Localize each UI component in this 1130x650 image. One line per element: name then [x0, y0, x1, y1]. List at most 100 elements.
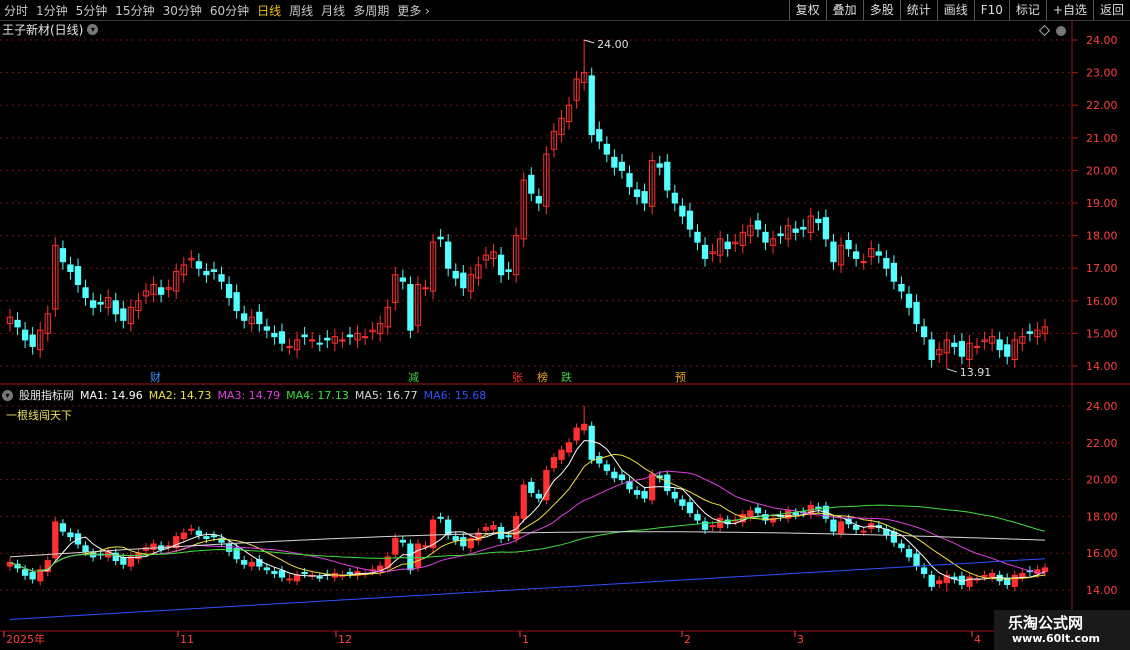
- candle-body: [792, 228, 799, 233]
- ma2-value: MA2: 14.73: [148, 388, 212, 402]
- candle-body: [278, 570, 286, 578]
- time-label: 12: [338, 633, 352, 646]
- candle-body: [301, 334, 308, 338]
- candle-body: [505, 269, 512, 272]
- candle-body: [898, 284, 905, 292]
- ma-line: [9, 504, 1046, 572]
- candle-body: [278, 331, 286, 344]
- indicator-price-tick: 22.00: [1086, 437, 1118, 450]
- candle-body: [505, 535, 512, 538]
- candle-body: [309, 339, 316, 342]
- watermark: 乐淘公式网 www.60lt.com: [994, 610, 1130, 650]
- candle-body: [29, 572, 36, 580]
- candle-body: [392, 537, 399, 555]
- candle-body: [437, 516, 444, 519]
- candle-body: [822, 217, 830, 240]
- candle-body: [800, 226, 807, 230]
- indicator-price-tick: 20.00: [1086, 474, 1118, 487]
- candle-body: [414, 543, 422, 568]
- candle-body: [399, 277, 406, 282]
- chevron-down-icon[interactable]: ▾: [87, 24, 99, 35]
- candle-body: [558, 449, 565, 460]
- indicator-price-tick: 16.00: [1086, 547, 1118, 560]
- stock-title: 王子新材(日线): [2, 23, 84, 37]
- indicator-name[interactable]: 股朋指标网: [19, 387, 74, 403]
- candle-body: [497, 254, 505, 276]
- time-label: 3: [797, 633, 804, 646]
- candle-body: [981, 574, 988, 577]
- price-tick: 16.00: [1086, 295, 1118, 308]
- chart-axes: [0, 20, 1130, 637]
- candle-body: [324, 337, 331, 341]
- candle-body: [626, 173, 633, 188]
- candle-body: [286, 578, 293, 581]
- candle-body: [641, 191, 648, 204]
- candle-body: [127, 556, 135, 567]
- candle-body: [565, 442, 573, 453]
- candle-body: [460, 272, 467, 289]
- candle-body: [59, 523, 67, 532]
- candle-body: [482, 526, 490, 531]
- ma-line: [9, 558, 1046, 620]
- candle-body: [792, 512, 799, 516]
- candle-body: [452, 536, 459, 541]
- candle-body: [286, 345, 293, 348]
- candle-body: [898, 543, 905, 549]
- candle-body: [188, 528, 195, 531]
- indicator-price-tick: 24.00: [1086, 400, 1118, 413]
- candle-body: [671, 491, 678, 499]
- indicator-price-tick: 14.00: [1086, 584, 1118, 597]
- candle-body: [679, 499, 686, 506]
- candle-body: [195, 261, 203, 269]
- candle-body: [150, 543, 157, 551]
- candle-body: [82, 545, 89, 552]
- candle-body: [686, 210, 694, 230]
- price-tick: 17.00: [1086, 262, 1118, 275]
- candle-body: [263, 326, 271, 331]
- candle-body: [890, 262, 898, 282]
- candle-body: [157, 287, 165, 295]
- chevron-down-icon[interactable]: ▾: [2, 389, 13, 401]
- event-marker: 跌: [561, 370, 572, 384]
- candle-body: [973, 345, 981, 348]
- candle-body: [709, 525, 716, 528]
- ma3-value: MA3: 14.79: [217, 388, 281, 402]
- price-tick: 21.00: [1086, 132, 1118, 145]
- candle-body: [762, 231, 769, 243]
- candle-body: [97, 301, 104, 305]
- candle-body: [528, 174, 535, 194]
- candle-body: [913, 553, 920, 567]
- price-tick: 20.00: [1086, 164, 1118, 177]
- candle-body: [664, 161, 671, 191]
- ma6-value: MA6: 15.68: [423, 388, 487, 402]
- candle-body: [271, 571, 278, 574]
- candle-body: [225, 284, 233, 299]
- ma1-value: MA1: 14.96: [80, 388, 143, 402]
- candle-body: [996, 574, 1003, 582]
- candle-body: [203, 270, 210, 276]
- event-marker: 财: [150, 370, 161, 384]
- candle-body: [535, 195, 542, 204]
- candle-body: [573, 427, 580, 441]
- candle-body: [656, 163, 663, 168]
- candle-body: [82, 287, 89, 299]
- candle-body: [905, 293, 913, 308]
- candle-body: [618, 161, 626, 171]
- candle-body: [988, 572, 996, 578]
- candle-body: [883, 257, 890, 269]
- candle-body: [59, 248, 67, 263]
- candle-body: [754, 220, 762, 230]
- candle-body: [890, 531, 898, 543]
- chart-grid: [0, 39, 1072, 591]
- candle-body: [67, 264, 74, 272]
- candle-body: [225, 543, 233, 552]
- candle-body: [346, 334, 354, 338]
- candle-body: [1041, 567, 1049, 573]
- candle-body: [460, 537, 467, 547]
- candle-body: [233, 292, 240, 312]
- kline-chart[interactable]: 24.00 23.00 22.00 21.00 20.00 19.00 18.00 17.00…: [0, 0, 1130, 650]
- price-tick: 14.00: [1086, 360, 1118, 373]
- candle-body: [830, 519, 837, 532]
- candle-body: [112, 300, 119, 315]
- candle-body: [21, 329, 29, 341]
